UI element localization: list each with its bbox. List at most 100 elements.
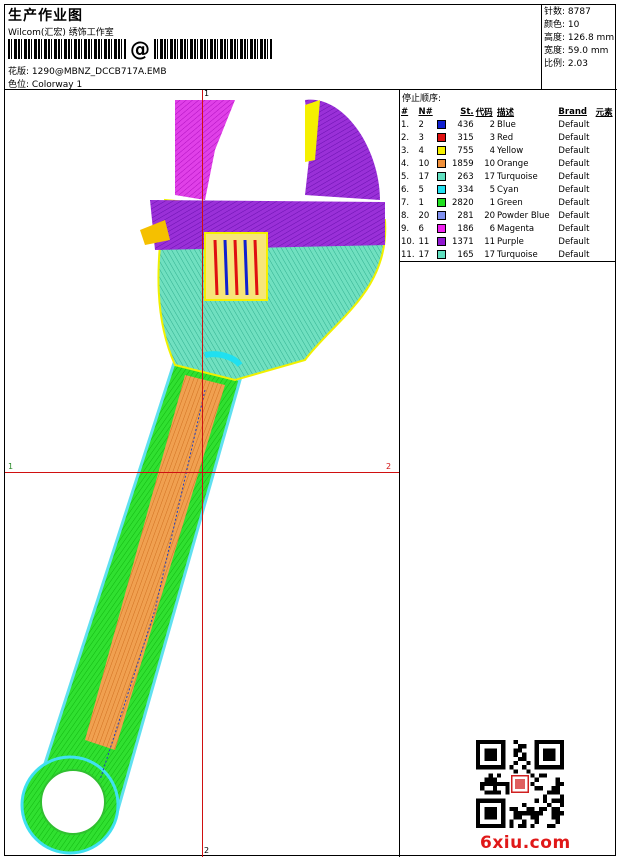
row-element bbox=[595, 157, 616, 170]
production-worksheet: 生产作业图 Wilcom(汇宏) 绣饰工作室 @ 花版: 1290@MBNZ_D… bbox=[4, 4, 617, 857]
colorway-label: 色位: bbox=[8, 80, 30, 90]
color-swatch bbox=[436, 119, 446, 129]
barcode-bars-right bbox=[154, 39, 272, 59]
design-label: 花版: bbox=[8, 67, 30, 77]
stat-label: 针数: bbox=[544, 7, 566, 17]
center-vertical-line bbox=[202, 90, 203, 857]
row-stitches: 263 bbox=[457, 171, 474, 182]
row-description: Orange bbox=[497, 158, 529, 169]
stat-value: 59.0 mm bbox=[567, 46, 609, 56]
row-description: Green bbox=[497, 197, 523, 208]
row-stitches: 1371 bbox=[452, 236, 474, 247]
row-swatch bbox=[436, 131, 448, 144]
row-index: 9. bbox=[401, 223, 410, 234]
col-swatch bbox=[436, 105, 448, 118]
row-stitches: 436 bbox=[457, 119, 474, 130]
table-row: 9. 6 186 6 Magenta Default bbox=[400, 222, 616, 235]
row-brand: Default bbox=[558, 145, 590, 156]
row-element bbox=[595, 118, 616, 131]
color-swatch bbox=[436, 184, 446, 194]
stats-box: 针数: 8787 颜色: 10 高度: 126.8 mm 宽度: 59.0 mm… bbox=[541, 5, 617, 90]
col-code: 代码 bbox=[475, 107, 493, 118]
row-swatch bbox=[436, 196, 448, 209]
colorway-value: Colorway 1 bbox=[31, 80, 83, 90]
row-description: Yellow bbox=[497, 145, 524, 156]
row-swatch bbox=[436, 248, 448, 261]
stat-value: 10 bbox=[567, 20, 580, 30]
row-needle: 20 bbox=[418, 210, 430, 221]
row-needle: 17 bbox=[418, 249, 430, 260]
col-element: 元素 bbox=[595, 107, 613, 118]
design-value: 1290@MBNZ_DCCB717A.EMB bbox=[31, 67, 167, 77]
row-code: 17 bbox=[484, 171, 496, 182]
table-row: 10. 11 1371 11 Purple Default bbox=[400, 235, 616, 248]
row-brand: Default bbox=[558, 171, 590, 182]
marker-left: 1 bbox=[8, 462, 14, 471]
row-element bbox=[595, 170, 616, 183]
row-swatch bbox=[436, 157, 448, 170]
row-element bbox=[595, 144, 616, 157]
row-element bbox=[595, 183, 616, 196]
row-brand: Default bbox=[558, 236, 590, 247]
color-swatch bbox=[436, 171, 446, 181]
sheet-title: 生产作业图 bbox=[8, 8, 83, 24]
table-row: 2. 3 315 3 Red Default bbox=[400, 131, 616, 144]
row-swatch bbox=[436, 183, 448, 196]
row-element bbox=[595, 235, 616, 248]
row-needle: 17 bbox=[418, 171, 430, 182]
row-stitches: 1859 bbox=[452, 158, 474, 169]
row-element bbox=[595, 196, 616, 209]
row-stitches: 755 bbox=[457, 145, 474, 156]
company-name: Wilcom(汇宏) 绣饰工作室 bbox=[8, 28, 114, 38]
row-description: Turquoise bbox=[497, 249, 538, 260]
stop-sequence-panel: 停止顺序: # N# St. 代码 描述 Brand 元素 1. 2 436 2 Blu… bbox=[399, 90, 617, 857]
color-swatch bbox=[436, 158, 446, 168]
stat-value: 126.8 mm bbox=[567, 33, 615, 43]
col-index: # bbox=[401, 106, 409, 117]
design-file: 花版: 1290@MBNZ_DCCB717A.EMB bbox=[8, 64, 167, 77]
qr-code bbox=[476, 740, 564, 828]
row-needle: 5 bbox=[418, 184, 424, 195]
row-index: 11. bbox=[401, 249, 415, 260]
row-element bbox=[595, 209, 616, 222]
table-row: 3. 4 755 4 Yellow Default bbox=[400, 144, 616, 157]
table-row: 11. 17 165 17 Turquoise Default bbox=[400, 248, 616, 261]
row-swatch bbox=[436, 222, 448, 235]
col-stitches: St. bbox=[460, 106, 474, 117]
stat-label: 高度: bbox=[544, 33, 566, 43]
row-stitches: 165 bbox=[457, 249, 474, 260]
row-index: 6. bbox=[401, 184, 410, 195]
stat-colors: 颜色: 10 bbox=[544, 19, 615, 32]
table-row: 4. 10 1859 10 Orange Default bbox=[400, 157, 616, 170]
center-horizontal-line bbox=[5, 472, 399, 473]
marker-right: 2 bbox=[386, 462, 392, 471]
watermark-logo: 6xiu.com bbox=[480, 833, 571, 853]
stat-value: 2.03 bbox=[567, 59, 588, 69]
design-preview: 1 1 2 2 bbox=[5, 89, 399, 857]
stat-stitches: 针数: 8787 bbox=[544, 6, 615, 19]
table-row: 7. 1 2820 1 Green Default bbox=[400, 196, 616, 209]
table-row: 5. 17 263 17 Turquoise Default bbox=[400, 170, 616, 183]
row-needle: 11 bbox=[418, 236, 430, 247]
color-swatch bbox=[436, 249, 446, 259]
row-needle: 1 bbox=[418, 197, 424, 208]
row-index: 5. bbox=[401, 171, 410, 182]
row-brand: Default bbox=[558, 132, 590, 143]
row-description: Cyan bbox=[497, 184, 519, 195]
table-row: 6. 5 334 5 Cyan Default bbox=[400, 183, 616, 196]
stat-width: 宽度: 59.0 mm bbox=[544, 45, 615, 58]
barcode-at-symbol: @ bbox=[130, 37, 150, 61]
row-needle: 2 bbox=[418, 119, 424, 130]
row-index: 1. bbox=[401, 119, 410, 130]
header-info: 生产作业图 Wilcom(汇宏) 绣饰工作室 @ 花版: 1290@MBNZ_D… bbox=[5, 5, 541, 90]
stop-sequence-title: 停止顺序: bbox=[402, 94, 442, 104]
row-index: 2. bbox=[401, 132, 410, 143]
color-swatch bbox=[436, 132, 446, 142]
row-code: 3 bbox=[489, 132, 496, 143]
row-code: 2 bbox=[489, 119, 496, 130]
table-row: 8. 20 281 20 Powder Blue Default bbox=[400, 209, 616, 222]
row-element bbox=[595, 248, 616, 261]
row-brand: Default bbox=[558, 249, 590, 260]
col-needle: N# bbox=[418, 106, 433, 117]
row-index: 4. bbox=[401, 158, 410, 169]
